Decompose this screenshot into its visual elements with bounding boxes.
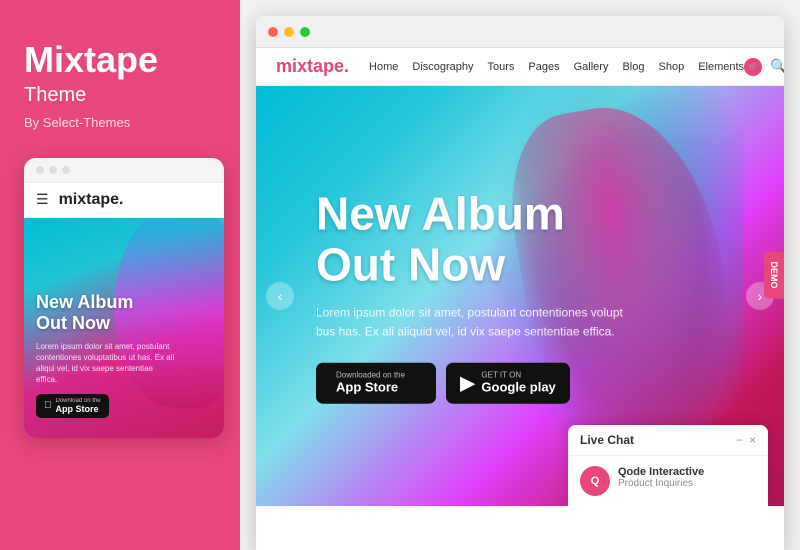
agent-avatar: Q xyxy=(580,466,610,496)
hero-buttons: Downloaded on the App Store ▶ GET IT ON … xyxy=(316,362,636,403)
nav-item-blog[interactable]: Blog xyxy=(622,61,644,73)
googleplay-top-label: GET IT ON xyxy=(481,371,555,380)
mobile-download-top: Download on the xyxy=(56,398,101,404)
mobile-appstore-button[interactable]:  Download on the App Store xyxy=(36,394,109,418)
agent-name: Qode Interactive xyxy=(618,466,756,478)
browser-dot-close[interactable] xyxy=(268,27,278,37)
nav-item-tours[interactable]: Tours xyxy=(488,61,515,73)
cart-icon[interactable]: 🛒 xyxy=(744,58,762,76)
agent-info: Qode Interactive Product Inquiries xyxy=(618,466,756,489)
left-panel: Mixtape Theme By Select-Themes ☰ mixtape… xyxy=(0,0,240,550)
mobile-hamburger-icon[interactable]: ☰ xyxy=(36,191,49,208)
mobile-dot-1 xyxy=(36,166,44,174)
googleplay-button[interactable]: ▶ GET IT ON Google play xyxy=(446,362,570,403)
right-panel: mixtape. Home Discography Tours Pages Ga… xyxy=(240,0,800,550)
appstore-top-label: Downloaded on the xyxy=(336,371,405,380)
mobile-logo: mixtape. xyxy=(59,191,124,209)
live-chat-minimize-button[interactable]: − xyxy=(736,433,743,447)
nav-item-pages[interactable]: Pages xyxy=(528,61,559,73)
live-chat-widget: Live Chat − × Q Qode Interactive Product… xyxy=(568,425,768,506)
theme-by: By Select-Themes xyxy=(24,115,216,130)
theme-subtitle: Theme xyxy=(24,84,216,107)
browser-toolbar xyxy=(256,16,784,48)
mobile-nav: ☰ mixtape. xyxy=(24,183,224,218)
mobile-appstore-label: App Store xyxy=(56,404,101,414)
hero-content: New AlbumOut Now Lorem ipsum dolor sit a… xyxy=(316,189,636,404)
mobile-dot-2 xyxy=(49,166,57,174)
appstore-button[interactable]: Downloaded on the App Store xyxy=(316,362,436,403)
site-nav-items: Home Discography Tours Pages Gallery Blo… xyxy=(369,61,744,73)
appstore-text: Downloaded on the App Store xyxy=(336,371,405,395)
appstore-main-label: App Store xyxy=(336,380,405,395)
side-tab[interactable]: DEMO xyxy=(764,252,784,299)
apple-icon:  xyxy=(44,400,52,411)
site-logo: mixtape. xyxy=(276,56,349,77)
browser-dot-expand[interactable] xyxy=(300,27,310,37)
search-icon[interactable]: 🔍 xyxy=(770,58,784,75)
agent-status: Product Inquiries xyxy=(618,478,756,489)
google-play-icon: ▶ xyxy=(460,370,475,395)
site-navbar: mixtape. Home Discography Tours Pages Ga… xyxy=(256,48,784,86)
nav-item-home[interactable]: Home xyxy=(369,61,398,73)
hero-description: Lorem ipsum dolor sit amet, postulant co… xyxy=(316,304,636,342)
mobile-preview: ☰ mixtape. New AlbumOut Now Lorem ipsum … xyxy=(24,158,224,438)
googleplay-main-label: Google play xyxy=(481,380,555,395)
site-nav-icons: 🛒 🔍 ☰ xyxy=(744,58,784,76)
site-logo-text: mixtape. xyxy=(276,56,349,76)
browser-dot-minimize[interactable] xyxy=(284,27,294,37)
live-chat-body: Q Qode Interactive Product Inquiries xyxy=(568,456,768,506)
mobile-browser-dots xyxy=(24,158,224,183)
live-chat-title: Live Chat xyxy=(580,433,634,447)
site-hero: ‹ › New AlbumOut Now Lorem ipsum dolor s… xyxy=(256,86,784,506)
mobile-hero-text: Lorem ipsum dolor sit amet, postulant co… xyxy=(36,341,176,386)
theme-title: Mixtape xyxy=(24,40,216,80)
mobile-hero: New AlbumOut Now Lorem ipsum dolor sit a… xyxy=(24,218,224,438)
mobile-appstore-text: Download on the App Store xyxy=(56,398,101,414)
nav-item-discography[interactable]: Discography xyxy=(412,61,473,73)
nav-item-gallery[interactable]: Gallery xyxy=(574,61,609,73)
browser-content: mixtape. Home Discography Tours Pages Ga… xyxy=(256,48,784,550)
nav-item-shop[interactable]: Shop xyxy=(659,61,685,73)
live-chat-close-button[interactable]: × xyxy=(749,433,756,447)
browser-window: mixtape. Home Discography Tours Pages Ga… xyxy=(256,16,784,550)
hero-title: New AlbumOut Now xyxy=(316,189,636,290)
carousel-prev-arrow[interactable]: ‹ xyxy=(266,282,294,310)
mobile-dot-3 xyxy=(62,166,70,174)
live-chat-header: Live Chat − × xyxy=(568,425,768,456)
mobile-hero-content: New AlbumOut Now Lorem ipsum dolor sit a… xyxy=(36,292,176,418)
live-chat-actions: − × xyxy=(736,433,756,447)
googleplay-text: GET IT ON Google play xyxy=(481,371,555,395)
mobile-hero-title: New AlbumOut Now xyxy=(36,292,176,335)
nav-item-elements[interactable]: Elements xyxy=(698,61,744,73)
